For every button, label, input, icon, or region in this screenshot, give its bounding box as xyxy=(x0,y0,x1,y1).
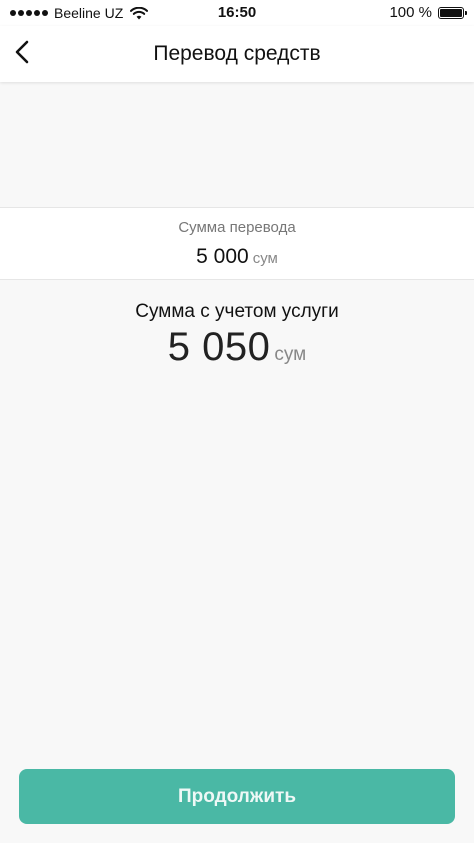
continue-button[interactable]: Продолжить xyxy=(19,769,455,824)
transfer-amount-value: 5 000 xyxy=(196,245,249,268)
nav-bar: Перевод средств xyxy=(0,26,474,82)
status-right: 100 % xyxy=(389,0,467,26)
back-button[interactable] xyxy=(6,38,38,70)
total-amount-value: 5 050 xyxy=(167,325,271,369)
chevron-left-icon xyxy=(14,40,30,69)
total-amount-row: 5 050 сум xyxy=(0,325,474,370)
total-amount-currency: сум xyxy=(274,344,307,365)
page-title: Перевод средств xyxy=(153,42,321,65)
transfer-amount-card: Сумма перевода 5 000 сум xyxy=(0,207,474,280)
status-bar: Beeline UZ 16:50 100 % xyxy=(0,0,474,26)
transfer-amount-label: Сумма перевода xyxy=(178,219,296,236)
battery-icon xyxy=(438,7,467,19)
transfer-amount-row: 5 000 сум xyxy=(0,245,474,269)
transfer-amount-currency: сум xyxy=(252,250,278,267)
total-amount-label: Сумма с учетом услуги xyxy=(135,301,339,322)
battery-percent: 100 % xyxy=(389,4,432,21)
